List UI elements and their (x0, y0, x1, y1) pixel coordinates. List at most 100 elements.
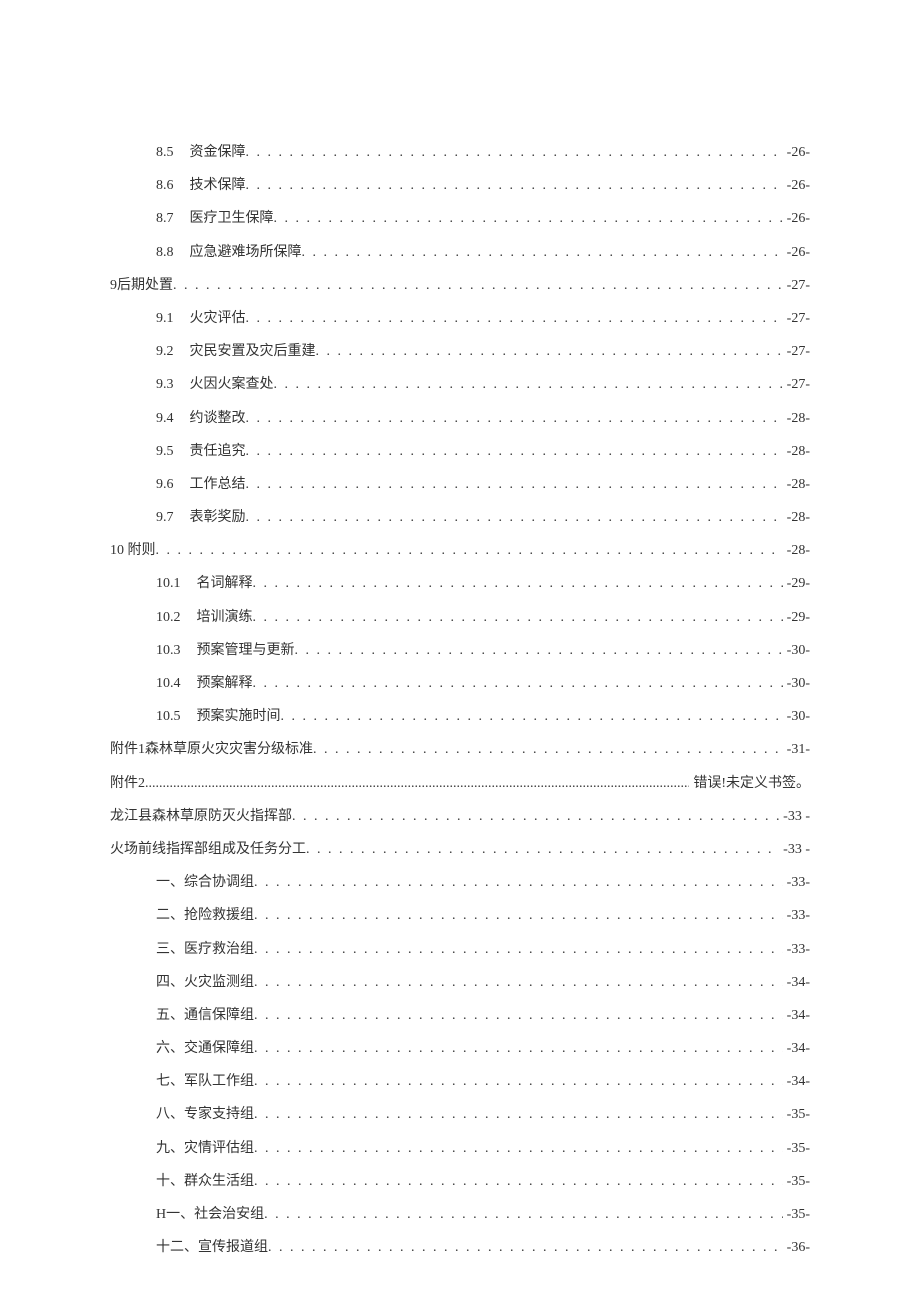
toc-page: -26- (783, 240, 810, 265)
toc-entry: H一、社会治安组. . . . . . . . . . . . . . . . … (110, 1202, 810, 1227)
toc-page: -34- (783, 1069, 810, 1094)
toc-entry: 八、专家支持组. . . . . . . . . . . . . . . . .… (110, 1102, 810, 1127)
toc-page: -31- (783, 737, 810, 762)
toc-leader: . . . . . . . . . . . . . . . . . . . . … (268, 1235, 783, 1260)
toc-page: -33 - (779, 837, 810, 862)
toc-title: 火因火案查处 (190, 372, 274, 397)
toc-leader: . . . . . . . . . . . . . . . . . . . . … (313, 737, 783, 762)
toc-page: -33 - (779, 804, 810, 829)
toc-entry: 10.1名词解释. . . . . . . . . . . . . . . . … (110, 571, 810, 596)
toc-leader: ........................................… (145, 771, 689, 796)
toc-title: 附件2 (110, 771, 145, 796)
toc-entry: 9.4 约谈整改. . . . . . . . . . . . . . . . .… (110, 406, 810, 431)
toc-number: 9.2 (156, 339, 174, 364)
toc-page: -26- (783, 206, 810, 231)
toc-title: 预案实施时间 (197, 704, 281, 729)
toc-page: -28- (783, 439, 810, 464)
toc-entry: 9.3火因火案查处. . . . . . . . . . . . . . . .… (110, 372, 810, 397)
toc-leader: . . . . . . . . . . . . . . . . . . . . … (246, 472, 783, 497)
toc-page: -35- (783, 1102, 810, 1127)
toc-page: 错误!未定义书签。 (689, 771, 810, 796)
toc-leader: . . . . . . . . . . . . . . . . . . . . … (246, 505, 783, 530)
toc-entry: 火场前线指挥部组成及任务分工. . . . . . . . . . . . . … (110, 837, 810, 862)
toc-title: 火灾评估 (190, 306, 246, 331)
toc-title: 预案解释 (197, 671, 253, 696)
toc-number: 9.4 (156, 406, 174, 431)
toc-entry: 一、综合协调组. . . . . . . . . . . . . . . . .… (110, 870, 810, 895)
toc-page: -33- (783, 903, 810, 928)
toc-leader: . . . . . . . . . . . . . . . . . . . . … (254, 1102, 783, 1127)
toc-title: 二、抢险救援组 (156, 903, 254, 928)
toc-number: 9.5 (156, 439, 174, 464)
toc-number: 8.8 (156, 240, 174, 265)
toc-leader: . . . . . . . . . . . . . . . . . . . . … (246, 406, 783, 431)
toc-leader: . . . . . . . . . . . . . . . . . . . . … (173, 273, 783, 298)
toc-page: -35- (783, 1136, 810, 1161)
toc-leader: . . . . . . . . . . . . . . . . . . . . … (254, 1003, 783, 1028)
toc-leader: . . . . . . . . . . . . . . . . . . . . … (274, 206, 783, 231)
toc-title: 表彰奖励 (190, 505, 246, 530)
toc-page: -27- (783, 372, 810, 397)
toc-title: 预案管理与更新 (197, 638, 295, 663)
toc-title: 火场前线指挥部组成及任务分工 (110, 837, 306, 862)
toc-leader: . . . . . . . . . . . . . . . . . . . . … (254, 1036, 783, 1061)
toc-title: 约谈整改 (190, 406, 246, 431)
toc-title: 三、医疗救治组 (156, 937, 254, 962)
toc-page: -27- (783, 339, 810, 364)
toc-leader: . . . . . . . . . . . . . . . . . . . . … (254, 903, 783, 928)
toc-page: -26- (783, 173, 810, 198)
toc-page: -34- (783, 1003, 810, 1028)
toc-leader: . . . . . . . . . . . . . . . . . . . . … (253, 571, 783, 596)
toc-leader: . . . . . . . . . . . . . . . . . . . . … (306, 837, 779, 862)
toc-page: -36- (783, 1235, 810, 1260)
toc-page: -26- (783, 140, 810, 165)
toc-entry: 10 附则. . . . . . . . . . . . . . . . . .… (110, 538, 810, 563)
toc-entry: 十二、宣传报道组. . . . . . . . . . . . . . . . … (110, 1235, 810, 1260)
toc-page: -28- (783, 472, 810, 497)
toc-number: 9.7 (156, 505, 174, 530)
toc-page: -34- (783, 970, 810, 995)
toc-entry: 六、交通保障组. . . . . . . . . . . . . . . . .… (110, 1036, 810, 1061)
toc-number: 8.7 (156, 206, 174, 231)
toc-leader: . . . . . . . . . . . . . . . . . . . . … (246, 306, 783, 331)
toc-leader: . . . . . . . . . . . . . . . . . . . . … (264, 1202, 783, 1227)
toc-leader: . . . . . . . . . . . . . . . . . . . . … (302, 240, 783, 265)
toc-page: -28- (783, 505, 810, 530)
toc-page: -30- (783, 704, 810, 729)
toc-title: 六、交通保障组 (156, 1036, 254, 1061)
toc-leader: . . . . . . . . . . . . . . . . . . . . … (246, 173, 783, 198)
toc-leader: . . . . . . . . . . . . . . . . . . . . … (253, 605, 783, 630)
toc-entry: 8.6技术保障. . . . . . . . . . . . . . . . .… (110, 173, 810, 198)
toc-entry: 9后期处置. . . . . . . . . . . . . . . . . .… (110, 273, 810, 298)
toc-title: 十二、宣传报道组 (156, 1235, 268, 1260)
toc-entry: 附件1森林草原火灾灾害分级标准. . . . . . . . . . . . .… (110, 737, 810, 762)
toc-title: 责任追究 (190, 439, 246, 464)
toc-page: -33- (783, 937, 810, 962)
toc-title: 龙江县森林草原防灭火指挥部 (110, 804, 292, 829)
toc-title: 10 附则 (110, 538, 156, 563)
toc-leader: . . . . . . . . . . . . . . . . . . . . … (254, 1169, 783, 1194)
toc-leader: . . . . . . . . . . . . . . . . . . . . … (295, 638, 783, 663)
toc-leader: . . . . . . . . . . . . . . . . . . . . … (316, 339, 783, 364)
toc-entry: 龙江县森林草原防灭火指挥部. . . . . . . . . . . . . .… (110, 804, 810, 829)
toc-leader: . . . . . . . . . . . . . . . . . . . . … (246, 140, 783, 165)
toc-title: H一、社会治安组 (156, 1202, 264, 1227)
toc-page: -30- (783, 638, 810, 663)
toc-title: 八、专家支持组 (156, 1102, 254, 1127)
toc-entry: 五、通信保障组. . . . . . . . . . . . . . . . .… (110, 1003, 810, 1028)
toc-title: 十、群众生活组 (156, 1169, 254, 1194)
toc-leader: . . . . . . . . . . . . . . . . . . . . … (254, 970, 783, 995)
toc-page: -27- (783, 273, 810, 298)
toc-number: 10.4 (156, 671, 181, 696)
toc-number: 9.3 (156, 372, 174, 397)
toc-leader: . . . . . . . . . . . . . . . . . . . . … (254, 870, 783, 895)
toc-page: -28- (783, 538, 810, 563)
toc-number: 8.6 (156, 173, 174, 198)
toc-title: 资金保障 (190, 140, 246, 165)
toc-entry: 9.2灾民安置及灾后重建. . . . . . . . . . . . . . … (110, 339, 810, 364)
toc-entry: 10.5预案实施时间. . . . . . . . . . . . . . . … (110, 704, 810, 729)
toc-entry: 附件2.....................................… (110, 771, 810, 796)
toc-entry: 四、火灾监测组. . . . . . . . . . . . . . . . .… (110, 970, 810, 995)
toc-entry: 8.8应急避难场所保障. . . . . . . . . . . . . . .… (110, 240, 810, 265)
toc-title: 五、通信保障组 (156, 1003, 254, 1028)
